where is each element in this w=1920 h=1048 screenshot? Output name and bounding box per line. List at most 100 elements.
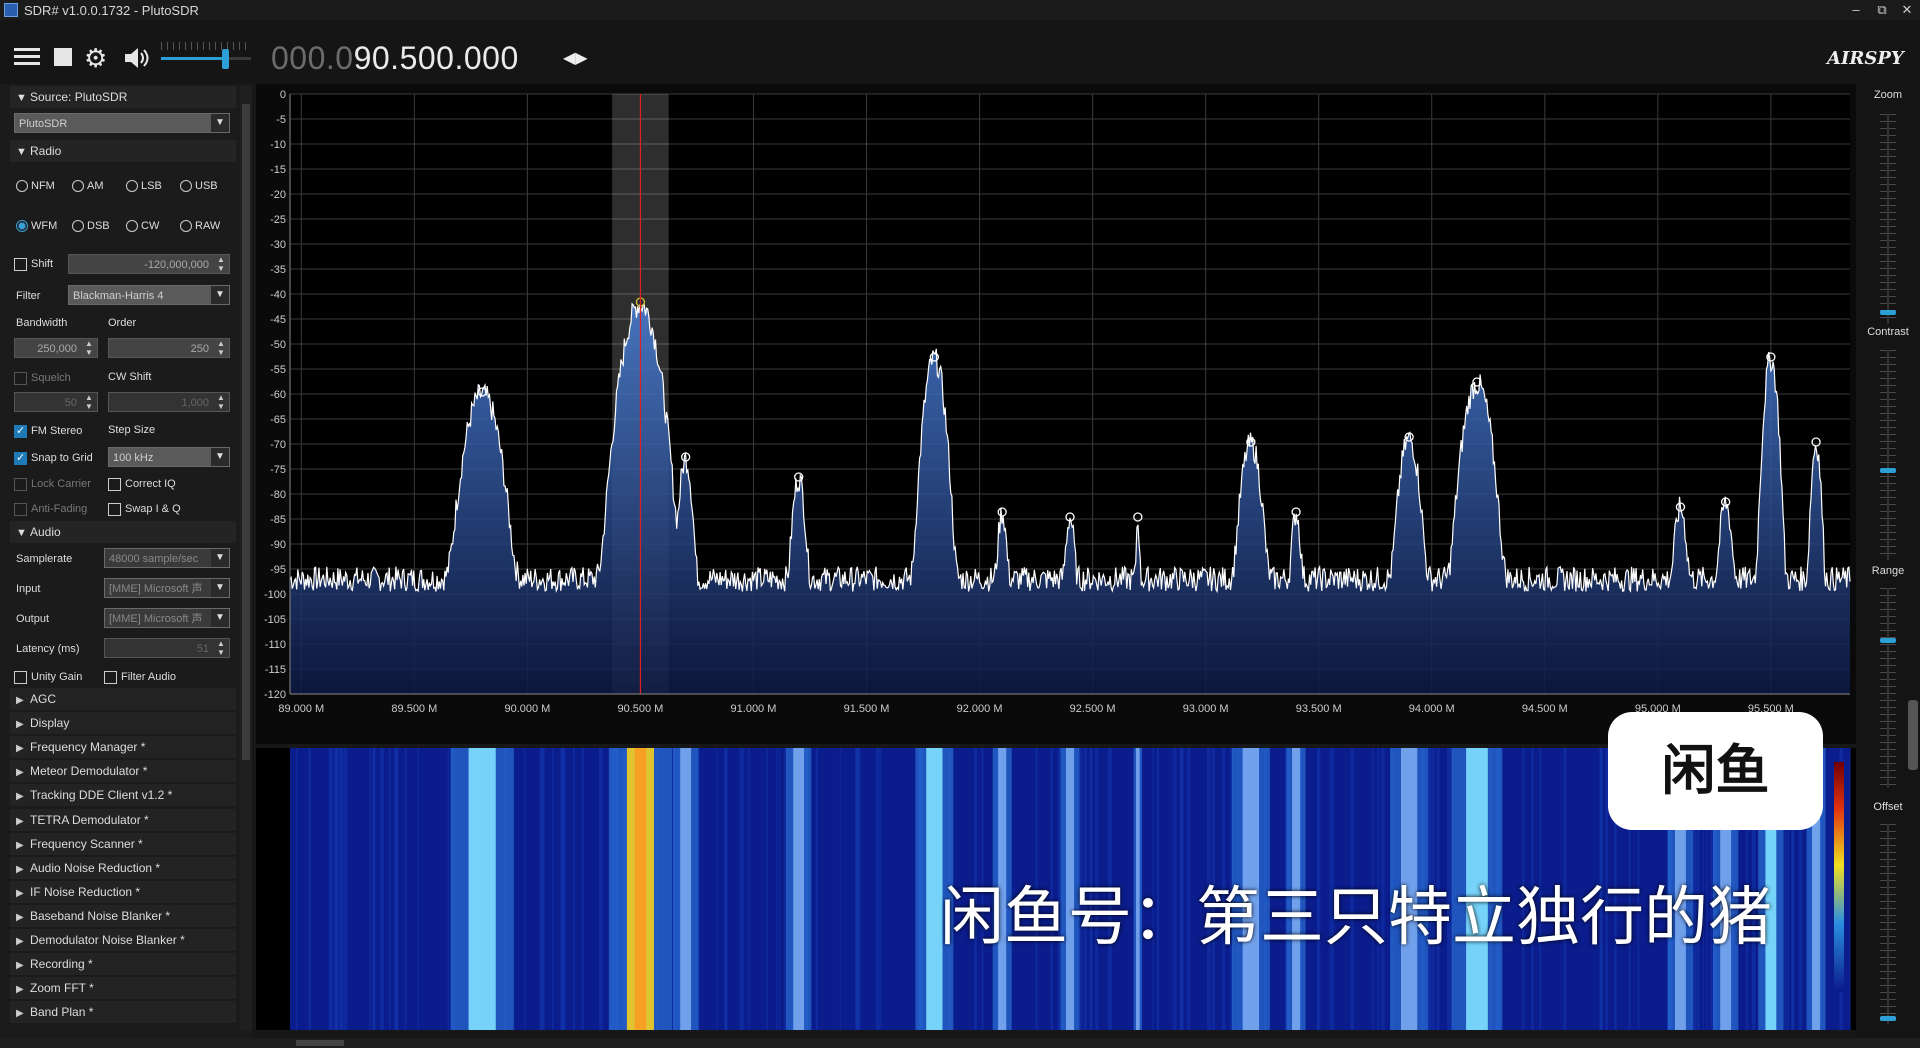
mode-wfm-radio[interactable]: WFM: [16, 218, 57, 234]
fm-stereo-checkbox[interactable]: FM Stereo: [14, 423, 82, 439]
mode-am-radio[interactable]: AM: [72, 178, 104, 194]
y-tick-label: -90: [270, 539, 286, 551]
close-button[interactable]: ✕: [1894, 0, 1920, 20]
y-tick-label: -105: [264, 614, 286, 626]
correct-iq-checkbox[interactable]: Correct IQ: [108, 476, 176, 492]
plugin-display[interactable]: ▶ Display: [10, 712, 236, 736]
samplerate-select[interactable]: 48000 sample/sec ▼: [104, 548, 230, 568]
waterfall-noise-streak: [335, 748, 338, 1030]
bandwidth-label: Bandwidth: [16, 317, 68, 329]
plugin-frequency-scanner[interactable]: ▶ Frequency Scanner *: [10, 832, 236, 856]
x-tick-label: 90.500 M: [617, 703, 663, 715]
y-tick-label: -65: [270, 414, 286, 426]
waterfall-noise-streak: [572, 748, 576, 1030]
shift-input[interactable]: -120,000,000 ▲ ▼: [68, 254, 230, 274]
spectrum-analyzer[interactable]: 0 -5 -10 -15 -20 -25 -30 -35 -40 -45 -50 -55 -60 -65 -…: [256, 84, 1866, 744]
y-tick-label: -15: [270, 164, 286, 176]
plugin-band-plan[interactable]: ▶ Band Plan *: [10, 1001, 236, 1025]
plugin-frequency-manager[interactable]: ▶ Frequency Manager *: [10, 736, 236, 760]
contrast-slider[interactable]: [1880, 350, 1896, 560]
squelch-checkbox[interactable]: Squelch: [14, 370, 71, 386]
right-panel-scrollbar[interactable]: [1908, 700, 1918, 770]
y-tick-label: -120: [264, 689, 286, 701]
y-tick-label: -45: [270, 314, 286, 326]
audio-output-select[interactable]: [MME] Microsoft 声 ▼: [104, 608, 230, 628]
waterfall-noise-streak: [739, 748, 743, 1030]
waterfall-noise-streak: [417, 748, 419, 1030]
minimize-button[interactable]: –: [1843, 0, 1869, 20]
waterfall-noise-streak: [1849, 748, 1851, 1030]
x-tick-label: 94.500 M: [1522, 703, 1568, 715]
mode-raw-radio[interactable]: RAW: [180, 218, 220, 234]
waterfall-noise-streak: [877, 748, 880, 1030]
plugin-tetra-demodulator[interactable]: ▶ TETRA Demodulator *: [10, 808, 236, 832]
waterfall-noise-streak: [561, 748, 564, 1030]
source-device-select[interactable]: PlutoSDR ▼: [14, 113, 230, 133]
plugin-zoom-fft[interactable]: ▶ Zoom FFT *: [10, 977, 236, 1001]
bottom-scrollbar[interactable]: [0, 1038, 1920, 1048]
mode-lsb-radio[interactable]: LSB: [126, 178, 162, 194]
unity-gain-checkbox[interactable]: Unity Gain: [14, 669, 82, 685]
waterfall-noise-streak: [716, 748, 718, 1030]
waterfall-color-scale: [1834, 762, 1844, 992]
filter-select[interactable]: Blackman-Harris 4 ▼: [68, 285, 230, 305]
offset-slider[interactable]: [1880, 824, 1896, 1024]
bandwidth-input[interactable]: 250,000 ▲ ▼: [14, 338, 98, 358]
swap-iq-checkbox[interactable]: Swap I & Q: [108, 501, 181, 517]
volume-slider[interactable]: [161, 40, 251, 74]
y-tick-label: -50: [270, 339, 286, 351]
y-tick-label: -30: [270, 239, 286, 251]
latency-input[interactable]: 51 ▲ ▼: [104, 638, 230, 658]
cw-shift-input[interactable]: 1,000 ▲ ▼: [108, 392, 230, 412]
frequency-display[interactable]: 000.090.500.000: [271, 40, 519, 77]
stop-icon[interactable]: [54, 48, 72, 66]
anti-fading-checkbox[interactable]: Anti-Fading: [14, 501, 87, 517]
gear-icon[interactable]: ⚙: [84, 44, 112, 72]
audio-input-select[interactable]: [MME] Microsoft 声 ▼: [104, 578, 230, 598]
x-tick-label: 91.000 M: [731, 703, 777, 715]
mode-nfm-radio[interactable]: NFM: [16, 178, 55, 194]
squelch-input[interactable]: 50 ▲ ▼: [14, 392, 98, 412]
mode-dsb-radio[interactable]: DSB: [72, 218, 110, 234]
plugin-demodulator-noise-blanker[interactable]: ▶ Demodulator Noise Blanker *: [10, 929, 236, 952]
snap-to-grid-checkbox[interactable]: Snap to Grid: [14, 450, 93, 466]
tuning-arrows-icon[interactable]: ◀▶: [563, 48, 591, 70]
step-size-select[interactable]: 100 kHz ▼: [108, 447, 230, 467]
waterfall-signal-core: [634, 748, 647, 1030]
zoom-slider[interactable]: [1880, 114, 1896, 324]
waterfall-noise-streak: [380, 748, 384, 1030]
y-tick-label: -35: [270, 264, 286, 276]
x-tick-label: 89.000 M: [278, 703, 324, 715]
radio-header[interactable]: ▼ Radio: [10, 140, 236, 162]
left-panel: ▼ Source: PlutoSDR PlutoSDR ▼ ▼ Radio NFM A…: [0, 84, 252, 1040]
left-panel-scrollbar[interactable]: [240, 86, 252, 1030]
waterfall-noise-streak: [540, 748, 545, 1030]
lock-carrier-checkbox[interactable]: Lock Carrier: [14, 476, 91, 492]
mode-usb-radio[interactable]: USB: [180, 178, 218, 194]
audio-header[interactable]: ▼ Audio: [10, 521, 236, 543]
waterfall-noise-streak: [748, 748, 750, 1030]
speaker-icon[interactable]: [122, 44, 152, 72]
filter-audio-checkbox[interactable]: Filter Audio: [104, 669, 176, 685]
spectrum-chart[interactable]: 0 -5 -10 -15 -20 -25 -30 -35 -40 -45 -50 -55 -60 -65 -…: [256, 84, 1866, 744]
input-label: Input: [16, 583, 41, 595]
source-header[interactable]: ▼ Source: PlutoSDR: [10, 86, 236, 108]
shift-checkbox[interactable]: Shift: [14, 256, 53, 272]
waterfall-noise-streak: [330, 748, 333, 1030]
plugin-meteor-demodulator[interactable]: ▶ Meteor Demodulator *: [10, 760, 236, 784]
plugin-if-noise-reduction[interactable]: ▶ IF Noise Reduction *: [10, 880, 236, 904]
menu-icon[interactable]: [14, 44, 40, 72]
plugin-audio-noise-reduction[interactable]: ▶ Audio Noise Reduction *: [10, 856, 236, 880]
plugin-baseband-noise-blanker[interactable]: ▶ Baseband Noise Blanker *: [10, 904, 236, 928]
mode-cw-radio[interactable]: CW: [126, 218, 159, 234]
restore-button[interactable]: ⧉: [1869, 0, 1895, 20]
waterfall-noise-streak: [343, 748, 348, 1030]
plugin-agc[interactable]: ▶ AGC: [10, 688, 236, 711]
plugin-recording[interactable]: ▶ Recording *: [10, 953, 236, 977]
y-tick-label: -55: [270, 364, 286, 376]
plugin-tracking-dde-client-v1-2[interactable]: ▶ Tracking DDE Client v1.2 *: [10, 784, 236, 808]
range-slider[interactable]: [1880, 588, 1896, 788]
waterfall-noise-streak: [856, 748, 860, 1030]
order-input[interactable]: 250 ▲ ▼: [108, 338, 230, 358]
waterfall-noise-streak: [742, 748, 745, 1030]
